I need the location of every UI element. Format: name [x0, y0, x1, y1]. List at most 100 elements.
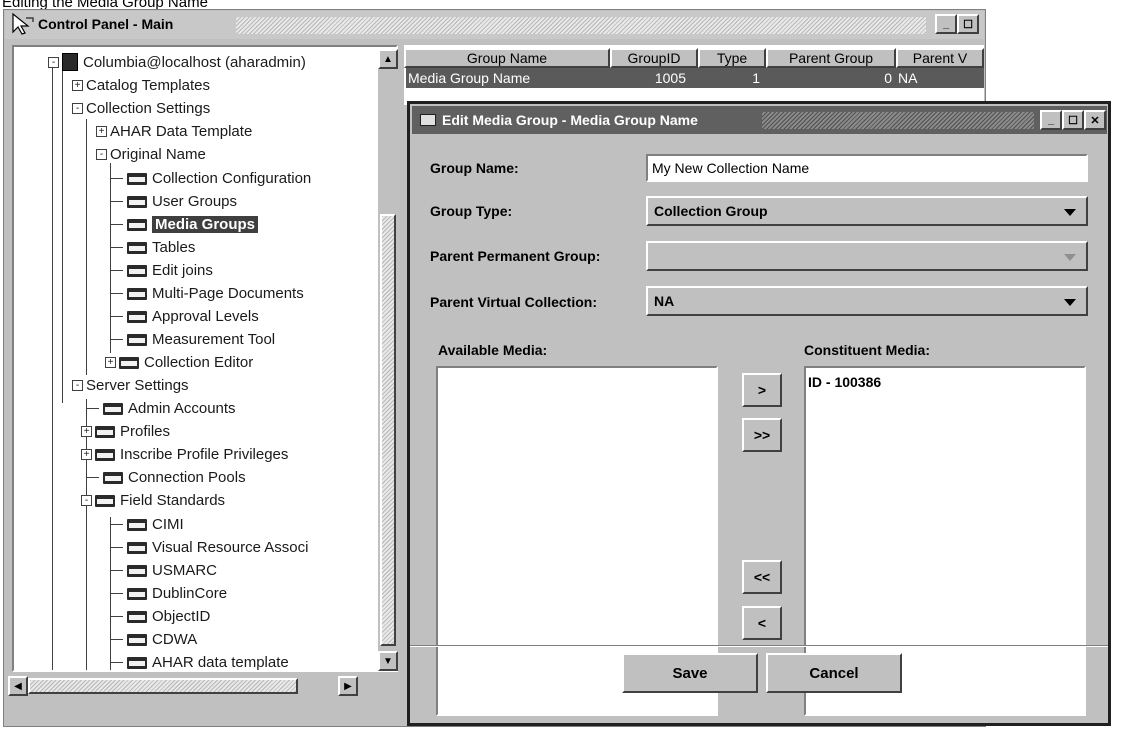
folder-icon: [127, 517, 147, 531]
save-button[interactable]: Save: [622, 653, 758, 693]
tree-item-label: Original Name: [110, 145, 206, 163]
folder-icon: [127, 655, 147, 669]
cell-parent-group: 0: [884, 70, 892, 86]
tree-horizontal-scroll-thumb[interactable]: [28, 678, 298, 694]
tree-item-user-groups[interactable]: User Groups: [110, 190, 237, 212]
add-one-button[interactable]: >: [742, 373, 782, 407]
expand-icon[interactable]: +: [72, 79, 83, 91]
tree-item-multi-page-documents[interactable]: Multi-Page Documents: [110, 282, 304, 304]
chevron-down-icon: [1064, 209, 1076, 216]
tree-item-visual-resource[interactable]: Visual Resource Associ: [110, 536, 308, 558]
cell-parent-v: NA: [898, 70, 918, 86]
app-cursor-icon: [10, 12, 36, 40]
tree-item-label: Collection Configuration: [152, 169, 312, 187]
constituent-media-label: Constituent Media:: [804, 342, 930, 358]
tree-vertical-scroll-thumb[interactable]: [380, 214, 396, 646]
cancel-button[interactable]: Cancel: [766, 653, 902, 693]
parent-virtual-label: Parent Virtual Collection:: [430, 294, 597, 310]
expand-icon[interactable]: +: [81, 425, 92, 437]
column-header-group-name[interactable]: Group Name: [404, 48, 610, 68]
tree-item-label: Collection Settings: [86, 99, 211, 117]
tree-item-ahar-data-template-2[interactable]: AHAR data template: [110, 651, 289, 670]
tree-item-collection-editor[interactable]: + Collection Editor: [105, 351, 253, 373]
remove-one-button[interactable]: <: [742, 606, 782, 640]
tree-item-original-name[interactable]: - Original Name: [96, 143, 206, 165]
tree-item-objectid[interactable]: ObjectID: [110, 605, 210, 627]
folder-icon: [127, 563, 147, 577]
folder-icon: [127, 540, 147, 554]
window-icon: [420, 114, 436, 126]
tree-item-admin-accounts[interactable]: Admin Accounts: [86, 397, 236, 419]
tree-item-collection-settings[interactable]: - Collection Settings: [72, 97, 210, 119]
tree-item-usmarc[interactable]: USMARC: [110, 559, 217, 581]
tree-item-inscribe-profile-privileges[interactable]: + Inscribe Profile Privileges: [81, 443, 288, 465]
tree-item-label: Measurement Tool: [152, 330, 276, 348]
chevron-down-icon: [1064, 299, 1076, 306]
add-all-button[interactable]: >>: [742, 418, 782, 452]
group-type-label: Group Type:: [430, 203, 513, 219]
tree-item-connection-pools[interactable]: Connection Pools: [86, 466, 246, 488]
footer-divider: [410, 645, 1108, 647]
scroll-up-icon[interactable]: ▲: [378, 49, 398, 69]
minimize-button[interactable]: _: [935, 14, 957, 34]
collapse-icon[interactable]: -: [96, 148, 107, 160]
maximize-button[interactable]: ☐: [957, 14, 979, 34]
tree-item-tables[interactable]: Tables: [110, 236, 195, 258]
column-header-parent-v[interactable]: Parent V: [896, 48, 984, 68]
tree-root[interactable]: - Columbia@localhost (aharadmin): [48, 51, 306, 73]
available-media-label: Available Media:: [438, 342, 548, 358]
tree-item-cimi[interactable]: CIMI: [110, 513, 184, 535]
tree-item-cdwa[interactable]: CDWA: [110, 628, 197, 650]
tree-item-media-groups[interactable]: Media Groups: [110, 213, 259, 235]
chevron-down-icon: [1064, 254, 1076, 261]
tree-item-label: Inscribe Profile Privileges: [120, 445, 289, 463]
group-name-field[interactable]: My New Collection Name: [646, 154, 1088, 182]
folder-icon: [127, 217, 147, 231]
titlebar-stripes: [762, 112, 1034, 129]
tree-root-label: Columbia@localhost (aharadmin): [83, 53, 306, 71]
collapse-icon[interactable]: -: [48, 56, 59, 68]
collapse-icon[interactable]: -: [72, 379, 83, 391]
parent-virtual-select[interactable]: NA: [646, 286, 1088, 316]
folder-icon: [95, 447, 115, 461]
tree-item-dublincore[interactable]: DublinCore: [110, 582, 227, 604]
column-header-parent-group[interactable]: Parent Group: [766, 48, 896, 68]
folder-icon: [127, 194, 147, 208]
control-panel-title: Control Panel - Main: [38, 16, 174, 32]
tree-item-collection-configuration[interactable]: Collection Configuration: [110, 167, 311, 189]
collapse-icon[interactable]: -: [81, 494, 92, 506]
collapse-icon[interactable]: -: [72, 102, 83, 114]
tree-item-server-settings[interactable]: - Server Settings: [72, 374, 189, 396]
column-header-groupid[interactable]: GroupID: [610, 48, 698, 68]
tree-item-edit-joins[interactable]: Edit joins: [110, 259, 213, 281]
tree-item-label: Admin Accounts: [128, 399, 236, 417]
close-button[interactable]: ✕: [1084, 110, 1106, 130]
tree-item-profiles[interactable]: + Profiles: [81, 420, 170, 442]
tree-item-catalog-templates[interactable]: + Catalog Templates: [72, 74, 210, 96]
expand-icon[interactable]: +: [105, 356, 116, 368]
tree-item-label: User Groups: [152, 192, 238, 210]
remove-all-button[interactable]: <<: [742, 560, 782, 594]
column-header-type[interactable]: Type: [698, 48, 766, 68]
scroll-right-icon[interactable]: ▶: [338, 676, 358, 696]
tree-item-label: Connection Pools: [128, 468, 246, 486]
parent-permanent-select[interactable]: [646, 241, 1088, 271]
maximize-button[interactable]: ☐: [1062, 110, 1084, 130]
minimize-button[interactable]: _: [1040, 110, 1062, 130]
scroll-left-icon[interactable]: ◀: [8, 676, 28, 696]
tree-item-ahar-data-template[interactable]: + AHAR Data Template: [96, 120, 252, 142]
scroll-down-icon[interactable]: ▼: [378, 651, 398, 671]
tree-item-measurement-tool[interactable]: Measurement Tool: [110, 328, 275, 350]
settings-tree[interactable]: - Columbia@localhost (aharadmin) + Catal…: [12, 45, 398, 672]
expand-icon[interactable]: +: [96, 125, 107, 137]
tree-item-approval-levels[interactable]: Approval Levels: [110, 305, 259, 327]
tree-item-label: USMARC: [152, 561, 218, 579]
tree-item-label: Catalog Templates: [86, 76, 210, 94]
group-type-select[interactable]: Collection Group: [646, 196, 1088, 226]
folder-icon: [127, 632, 147, 646]
expand-icon[interactable]: +: [81, 448, 92, 460]
folder-icon: [127, 263, 147, 277]
tree-item-field-standards[interactable]: - Field Standards: [81, 489, 225, 511]
tree-item-label: Server Settings: [86, 376, 189, 394]
list-item[interactable]: ID - 100386: [808, 374, 1084, 390]
